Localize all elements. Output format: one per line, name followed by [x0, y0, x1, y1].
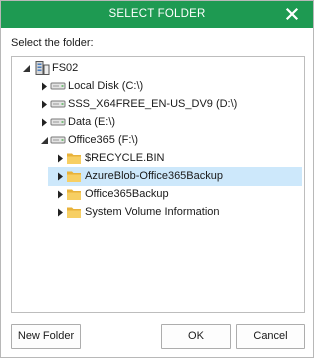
tree-node-label: AzureBlob-Office365Backup [85, 170, 223, 182]
tree-node-folder-system-volume-information[interactable]: System Volume Information [12, 204, 304, 221]
close-icon [285, 7, 299, 21]
tree-node-label: SSS_X64FREE_EN-US_DV9 (D:\) [68, 98, 238, 110]
select-prompt: Select the folder: [11, 37, 94, 49]
expand-arrow-icon[interactable] [56, 208, 65, 217]
dialog-title: SELECT FOLDER [108, 8, 206, 20]
tree-node-label: Office365 (F:\) [68, 134, 139, 146]
expand-arrow-icon[interactable] [40, 118, 49, 127]
tree-node-label: System Volume Information [85, 206, 220, 218]
tree-node-folder-office365backup[interactable]: Office365Backup [12, 186, 304, 203]
new-folder-button[interactable]: New Folder [11, 324, 81, 349]
collapse-arrow-icon[interactable] [22, 64, 31, 73]
server-icon [35, 61, 50, 75]
expand-arrow-icon[interactable] [40, 82, 49, 91]
drive-icon [50, 82, 66, 90]
expand-arrow-icon[interactable] [56, 154, 65, 163]
expand-arrow-icon[interactable] [56, 172, 65, 181]
tree-node-label: Local Disk (C:\) [68, 80, 144, 92]
folder-icon [67, 189, 81, 200]
tree-node-drive-f[interactable]: Office365 (F:\) [12, 132, 304, 149]
expand-arrow-icon[interactable] [40, 100, 49, 109]
expand-arrow-icon[interactable] [56, 190, 65, 199]
ok-button[interactable]: OK [161, 324, 231, 349]
tree-node-drive-c[interactable]: Local Disk (C:\) [12, 78, 304, 95]
tree-node-drive-d[interactable]: SSS_X64FREE_EN-US_DV9 (D:\) [12, 96, 304, 113]
tree-node-folder-azureblob[interactable]: AzureBlob-Office365Backup [48, 167, 302, 186]
drive-icon [50, 100, 66, 108]
folder-icon [67, 207, 81, 218]
tree-node-folder-recycle-bin[interactable]: $RECYCLE.BIN [12, 150, 304, 167]
cancel-button[interactable]: Cancel [236, 324, 305, 349]
tree-node-label: Office365Backup [85, 188, 169, 200]
collapse-arrow-icon[interactable] [40, 136, 49, 145]
folder-icon [67, 153, 81, 164]
tree-node-server[interactable]: FS02 [12, 60, 304, 77]
tree-node-label: FS02 [52, 62, 79, 74]
folder-icon [67, 171, 81, 182]
tree-node-label: $RECYCLE.BIN [85, 152, 165, 164]
tree-node-label: Data (E:\) [68, 116, 116, 128]
title-bar: SELECT FOLDER [1, 1, 313, 28]
folder-tree[interactable]: FS02 Local Disk (C:\) SSS_X64FREE_EN-US_… [11, 56, 305, 313]
drive-icon [50, 118, 66, 126]
close-button[interactable] [283, 5, 301, 23]
select-folder-dialog: SELECT FOLDER Select the folder: FS02 Lo… [0, 0, 314, 358]
tree-node-drive-e[interactable]: Data (E:\) [12, 114, 304, 131]
drive-icon [50, 136, 66, 144]
